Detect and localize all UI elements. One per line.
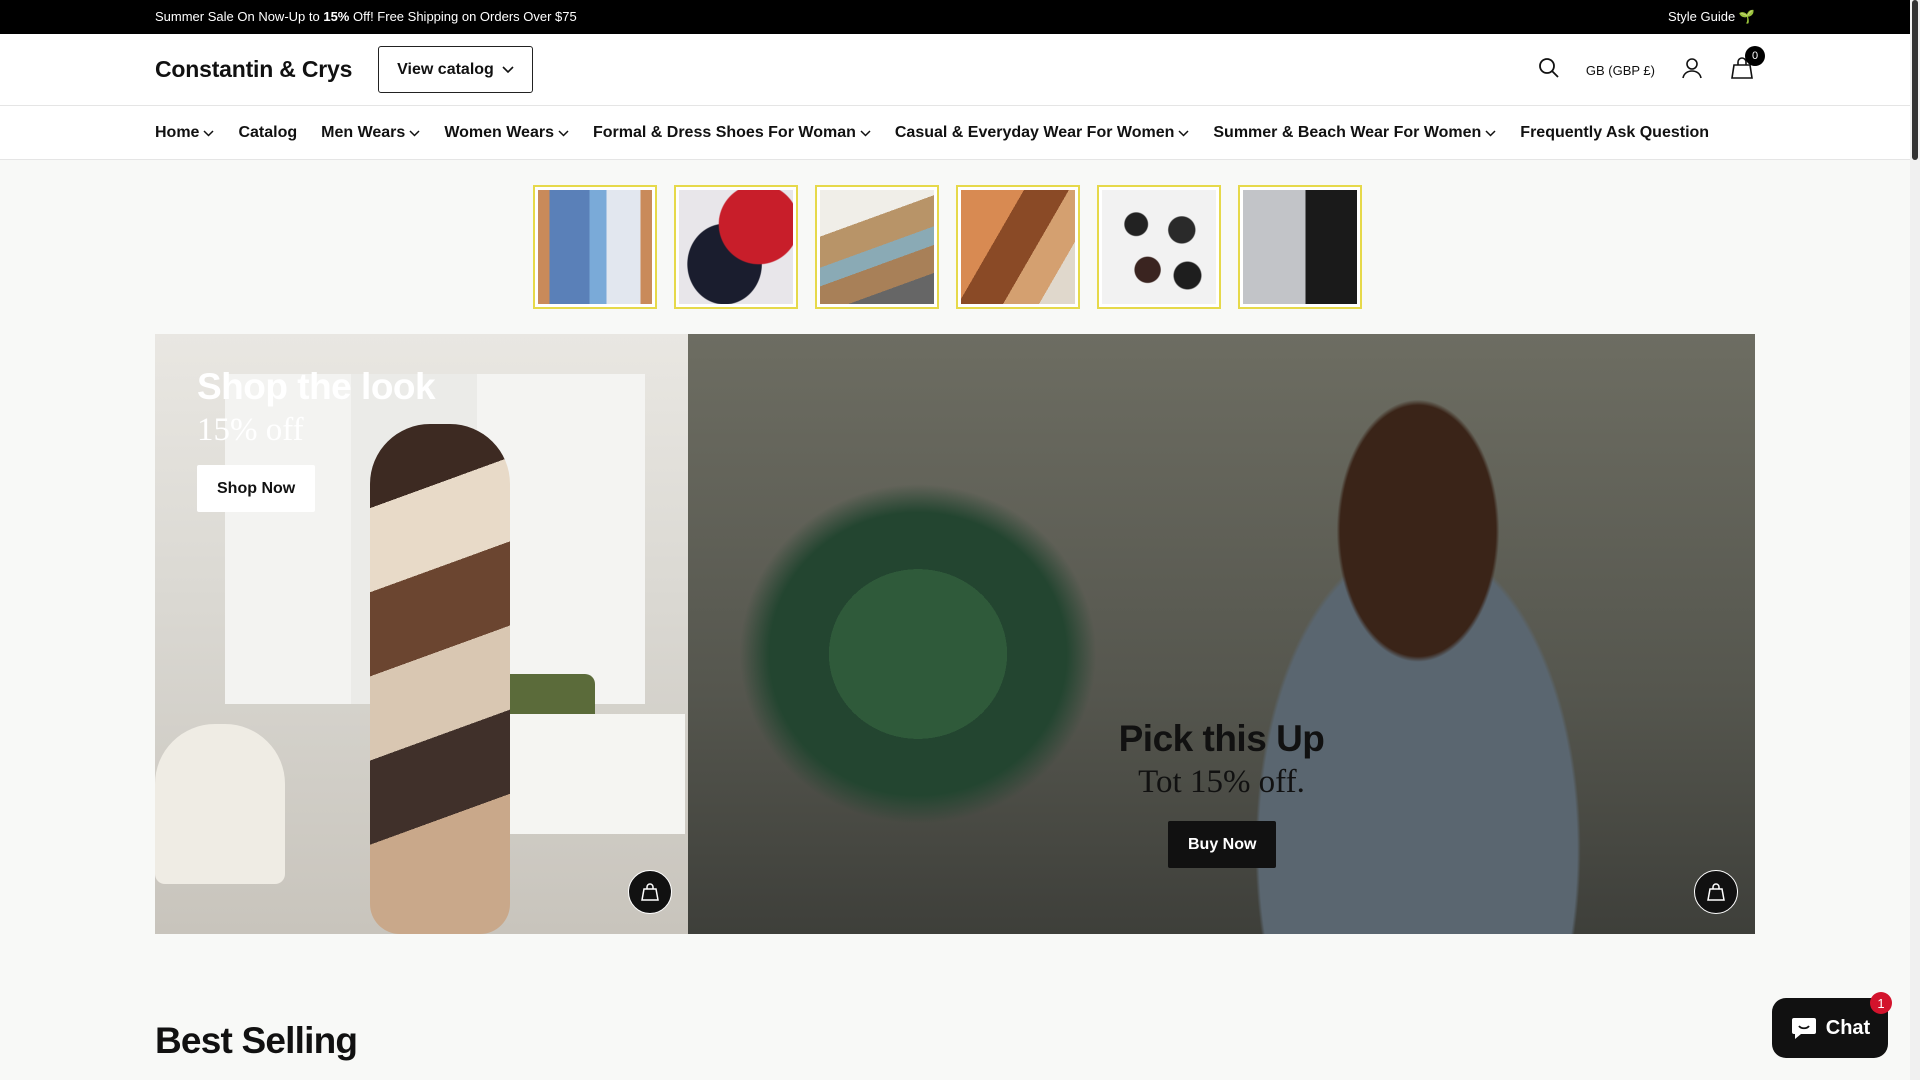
- thumbnail-shirts-and-jeans[interactable]: [533, 185, 657, 309]
- account-icon[interactable]: [1681, 57, 1703, 84]
- thumbnail-image: [538, 190, 652, 304]
- shopping-bag-icon: [1707, 883, 1725, 901]
- nav-item-faq[interactable]: Frequently Ask Question: [1520, 124, 1709, 142]
- hero-left-subtitle: 15% off: [197, 412, 304, 448]
- chevron-down-icon: [502, 65, 514, 73]
- hero-banner: Shop the look 15% off Shop Now Pick this…: [155, 334, 1755, 934]
- search-icon[interactable]: [1538, 57, 1560, 84]
- thumbnail-image: [679, 190, 793, 304]
- nav-label: Catalog: [238, 124, 298, 141]
- chevron-down-icon: [409, 129, 420, 137]
- nav-label: Home: [155, 124, 200, 141]
- currency-selector[interactable]: GB (GBP £): [1586, 63, 1655, 78]
- nav-item-catalog[interactable]: Catalog: [238, 124, 297, 142]
- scrollbar-thumb[interactable]: [1912, 0, 1918, 160]
- main-nav: Home Catalog Men Wears Women Wears Forma…: [0, 106, 1910, 160]
- announcement-bar: Summer Sale On Now-Up to 15% Off! Free S…: [0, 0, 1910, 34]
- shop-look-bag-button[interactable]: [628, 870, 672, 914]
- nav-label: Summer & Beach Wear For Women: [1213, 124, 1482, 141]
- cart-count-badge: 0: [1745, 45, 1765, 66]
- chevron-down-icon: [1485, 129, 1496, 137]
- nav-item-summer-wear[interactable]: Summer & Beach Wear For Women: [1213, 124, 1496, 142]
- hero-panel-pick-this-up: Pick this Up Tot 15% off. Buy Now: [688, 334, 1755, 934]
- nav-label: Casual & Everyday Wear For Women: [894, 124, 1175, 141]
- thumbnail-image: [1243, 190, 1357, 304]
- hero-left-title: Shop the look: [197, 366, 436, 407]
- chat-bubble-icon: [1791, 1018, 1816, 1039]
- shopping-bag-icon: [641, 883, 659, 901]
- buy-now-button[interactable]: Buy Now: [1168, 821, 1277, 868]
- chevron-down-icon: [558, 129, 569, 137]
- page-scrollbar[interactable]: [1910, 0, 1920, 1080]
- nav-label: Men Wears: [321, 124, 406, 141]
- hero-right-title: Pick this Up: [1118, 718, 1325, 759]
- nav-label: Formal & Dress Shoes For Woman: [592, 124, 856, 141]
- hero-model-image: [370, 424, 510, 934]
- cart-button[interactable]: 0: [1729, 45, 1765, 85]
- header-actions: GB (GBP £) 0: [1538, 34, 1765, 106]
- thumbnail-caps[interactable]: [674, 185, 798, 309]
- thumbnail-image: [961, 190, 1075, 304]
- pick-up-bag-button[interactable]: [1694, 870, 1738, 914]
- announcement-text: Summer Sale On Now-Up to 15% Off! Free S…: [155, 9, 577, 24]
- site-header: Constantin & Crys View catalog GB (GBP £…: [0, 34, 1910, 106]
- view-catalog-button[interactable]: View catalog: [378, 46, 533, 93]
- site-logo[interactable]: Constantin & Crys: [155, 56, 352, 83]
- nav-item-formal-shoes[interactable]: Formal & Dress Shoes For Woman: [593, 124, 871, 142]
- chat-notification-badge: 1: [1870, 992, 1892, 1014]
- hero-pouf-image: [155, 724, 285, 884]
- thumbnail-image: [1102, 190, 1216, 304]
- thumbnail-sneakers[interactable]: [815, 185, 939, 309]
- chevron-down-icon: [203, 129, 214, 137]
- nav-label: Women Wears: [444, 124, 554, 141]
- hero-right-subtitle: Tot 15% off.: [1138, 764, 1305, 800]
- chevron-down-icon: [860, 129, 871, 137]
- hero-table-image: [485, 714, 685, 834]
- chevron-down-icon: [1178, 129, 1189, 137]
- nav-label: Frequently Ask Question: [1520, 124, 1710, 141]
- shop-now-button[interactable]: Shop Now: [197, 465, 316, 512]
- category-thumbnails: [533, 185, 1362, 309]
- thumbnail-shorts[interactable]: [1238, 185, 1362, 309]
- thumbnail-boots[interactable]: [1097, 185, 1221, 309]
- nav-item-home[interactable]: Home: [155, 124, 214, 142]
- view-catalog-label: View catalog: [397, 60, 494, 78]
- nav-item-women-wears[interactable]: Women Wears: [444, 124, 569, 142]
- nav-item-casual-wear[interactable]: Casual & Everyday Wear For Women: [895, 124, 1190, 142]
- thumbnail-accessories[interactable]: [956, 185, 1080, 309]
- nav-item-men-wears[interactable]: Men Wears: [321, 124, 420, 142]
- best-selling-heading: Best Selling: [155, 1020, 358, 1061]
- thumbnail-image: [820, 190, 934, 304]
- style-guide-link[interactable]: Style Guide 🌱: [1668, 9, 1755, 25]
- chat-label: Chat: [1825, 1016, 1871, 1039]
- hero-panel-shop-the-look: Shop the look 15% off Shop Now: [155, 334, 688, 934]
